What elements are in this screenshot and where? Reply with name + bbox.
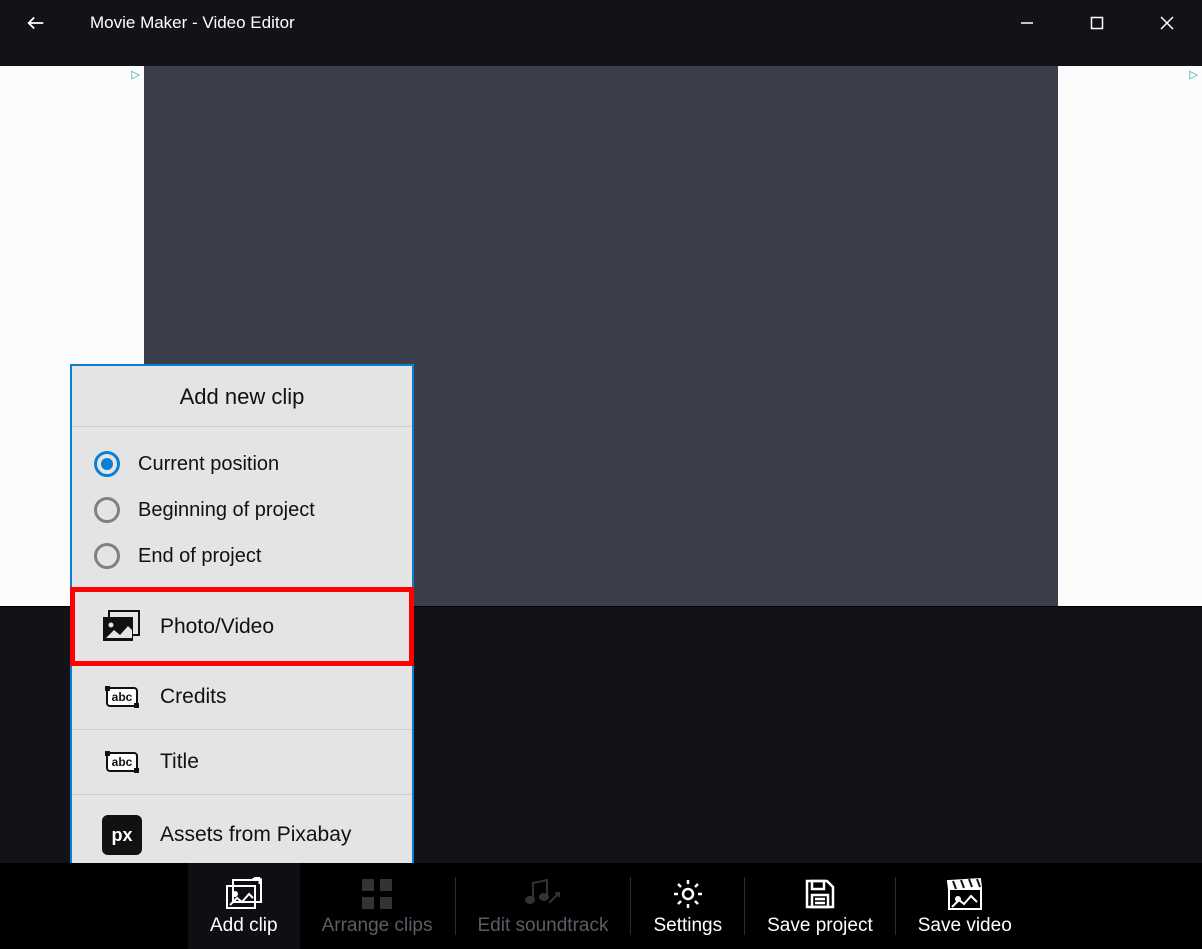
arrange-clips-icon	[360, 875, 394, 913]
radio-icon	[94, 543, 120, 569]
back-arrow-icon	[25, 12, 47, 34]
menu-item-photo-video[interactable]: Photo/Video	[72, 589, 412, 664]
window-title: Movie Maker - Video Editor	[90, 13, 295, 33]
radio-label: Beginning of project	[138, 499, 315, 522]
toolbar-settings[interactable]: Settings	[631, 863, 744, 949]
radio-label: Current position	[138, 453, 279, 476]
menu-item-label: Assets from Pixabay	[160, 823, 351, 847]
toolbar-label: Settings	[653, 915, 722, 937]
toolbar-label: Save video	[918, 915, 1012, 937]
toolbar-label: Save project	[767, 915, 873, 937]
radio-icon	[94, 451, 120, 477]
toolbar-label: Arrange clips	[322, 915, 433, 937]
ad-panel-right[interactable]: ▷	[1058, 66, 1202, 606]
menu-item-title[interactable]: abc Title	[72, 729, 412, 794]
toolbar-arrange-clips[interactable]: Arrange clips	[300, 863, 455, 949]
position-radio-group: Current position Beginning of project En…	[72, 427, 412, 589]
toolbar-label: Edit soundtrack	[478, 915, 609, 937]
credits-icon: abc	[96, 687, 148, 707]
ad-marker-icon: ▷	[132, 68, 140, 81]
close-icon	[1160, 16, 1174, 30]
ad-marker-icon: ▷	[1190, 68, 1198, 81]
add-clip-popup: Add new clip Current position Beginning …	[70, 364, 414, 877]
maximize-icon	[1090, 16, 1104, 30]
photo-video-icon	[96, 610, 148, 644]
toolbar-add-clip[interactable]: Add clip	[188, 863, 300, 949]
radio-current-position[interactable]: Current position	[94, 441, 390, 487]
radio-label: End of project	[138, 545, 261, 568]
menu-item-label: Credits	[160, 685, 227, 709]
clapperboard-icon	[946, 875, 984, 913]
toolbar-edit-soundtrack[interactable]: Edit soundtrack	[456, 863, 631, 949]
menu-item-label: Title	[160, 750, 199, 774]
maximize-button[interactable]	[1062, 0, 1132, 46]
toolbar-label: Add clip	[210, 915, 278, 937]
radio-end-of-project[interactable]: End of project	[94, 533, 390, 579]
save-icon	[803, 875, 837, 913]
soundtrack-icon	[523, 875, 563, 913]
gear-icon	[670, 875, 706, 913]
menu-item-credits[interactable]: abc Credits	[72, 664, 412, 729]
popup-title: Add new clip	[72, 366, 412, 427]
main-area: ▷ ▷ Add new clip Current position Beginn…	[0, 46, 1202, 863]
toolbar-save-video[interactable]: Save video	[896, 863, 1034, 949]
menu-item-label: Photo/Video	[160, 615, 274, 639]
minimize-icon	[1020, 16, 1034, 30]
radio-beginning-of-project[interactable]: Beginning of project	[94, 487, 390, 533]
title-bar: Movie Maker - Video Editor	[0, 0, 1202, 46]
bottom-toolbar: Add clip Arrange clips Edit soundtrack S…	[0, 863, 1202, 949]
minimize-button[interactable]	[992, 0, 1062, 46]
toolbar-save-project[interactable]: Save project	[745, 863, 895, 949]
title-icon: abc	[96, 752, 148, 772]
back-button[interactable]	[0, 0, 72, 46]
add-clip-icon	[224, 875, 264, 913]
close-button[interactable]	[1132, 0, 1202, 46]
pixabay-icon: px	[96, 815, 148, 855]
radio-icon	[94, 497, 120, 523]
